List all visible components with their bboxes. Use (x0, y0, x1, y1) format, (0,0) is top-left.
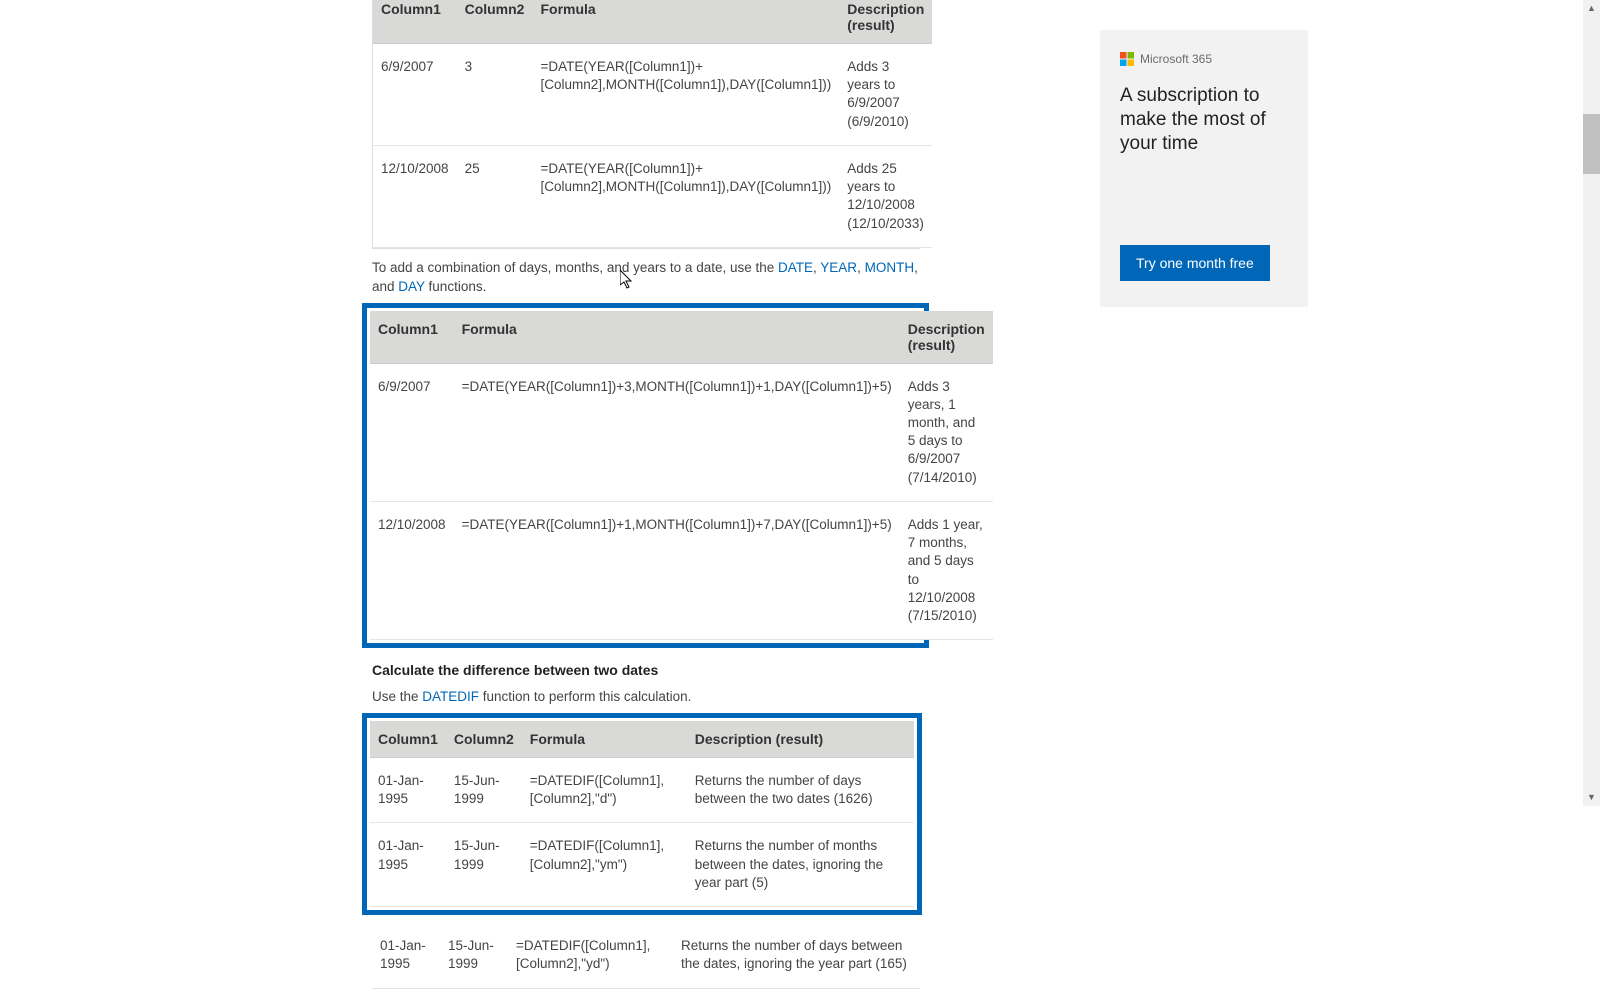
th-description: Description (result) (839, 0, 932, 44)
promo-logo-row: Microsoft 365 (1120, 52, 1288, 66)
cell: Adds 25 years to 12/10/2008 (12/10/2033) (839, 145, 932, 247)
highlight-box-combination: Column1 Formula Description (result) 6/9… (362, 303, 929, 649)
th-formula: Formula (532, 0, 839, 44)
cell: =DATEDIF([Column1], [Column2],"yd") (508, 923, 673, 988)
text: , (857, 260, 865, 275)
link-date[interactable]: DATE (778, 260, 813, 275)
link-datedif[interactable]: DATEDIF (422, 689, 479, 704)
cell: Adds 3 years to 6/9/2007 (6/9/2010) (839, 44, 932, 146)
cell: 12/10/2008 (370, 501, 454, 639)
th-column1: Column1 (370, 721, 446, 758)
th-column1: Column1 (370, 311, 454, 364)
cell: 01-Jan-1995 (370, 758, 446, 823)
text: Use the (372, 689, 422, 704)
table-row: 12/10/2008 25 =DATE(YEAR([Column1])+[Col… (373, 145, 932, 247)
try-free-button[interactable]: Try one month free (1120, 245, 1270, 281)
th-column1: Column1 (373, 0, 457, 44)
text: To add a combination of days, months, an… (372, 260, 778, 275)
th-formula: Formula (454, 311, 900, 364)
th-formula: Formula (522, 721, 687, 758)
cell: =DATE(YEAR([Column1])+[Column2],MONTH([C… (532, 145, 839, 247)
table-add-years: Column1 Column2 Formula Description (res… (372, 0, 920, 249)
th-description: Description (result) (687, 721, 914, 758)
table-row: 12/10/2008 =DATE(YEAR([Column1])+1,MONTH… (370, 501, 993, 639)
cell: 12/10/2008 (373, 145, 457, 247)
intro-datedif-text: Use the DATEDIF function to perform this… (372, 688, 920, 707)
cell: 6/9/2007 (373, 44, 457, 146)
main-content: Column1 Column2 Formula Description (res… (372, 0, 920, 989)
cell: 25 (457, 145, 533, 247)
cell: =DATEDIF([Column1], [Column2],"ym") (522, 823, 687, 907)
cell: Adds 1 year, 7 months, and 5 days to 12/… (900, 501, 993, 639)
scroll-down-button[interactable]: ▼ (1583, 789, 1600, 806)
highlight-box-datedif: Column1 Column2 Formula Description (res… (362, 713, 922, 915)
promo-headline: A subscription to make the most of your … (1120, 84, 1288, 155)
table-row: 6/9/2007 =DATE(YEAR([Column1])+3,MONTH([… (370, 363, 993, 501)
cell: =DATE(YEAR([Column1])+3,MONTH([Column1])… (454, 363, 900, 501)
cell: Returns the number of months between the… (687, 823, 914, 907)
text: function to perform this calculation. (479, 689, 691, 704)
cell: 15-Jun-1999 (446, 758, 522, 823)
cell: 15-Jun-1999 (446, 823, 522, 907)
cell: 6/9/2007 (370, 363, 454, 501)
cell: 15-Jun-1999 (440, 923, 508, 988)
promo-logo-text: Microsoft 365 (1140, 52, 1212, 66)
th-column2: Column2 (457, 0, 533, 44)
table-row: 6/9/2007 3 =DATE(YEAR([Column1])+[Column… (373, 44, 932, 146)
table-row: 01-Jan-1995 15-Jun-1999 =DATEDIF([Column… (370, 823, 914, 907)
cell: Returns the number of days between the t… (687, 758, 914, 823)
link-year[interactable]: YEAR (820, 260, 857, 275)
cell: =DATE(YEAR([Column1])+[Column2],MONTH([C… (532, 44, 839, 146)
link-month[interactable]: MONTH (865, 260, 915, 275)
cell: 01-Jan-1995 (372, 923, 440, 988)
vertical-scrollbar[interactable]: ▲ ▼ (1583, 0, 1600, 806)
table-row: 01-Jan-1995 15-Jun-1999 =DATEDIF([Column… (372, 923, 920, 988)
cell: 01-Jan-1995 (370, 823, 446, 907)
cell: =DATEDIF([Column1], [Column2],"d") (522, 758, 687, 823)
cell: 3 (457, 44, 533, 146)
table-row: 01-Jan-1995 15-Jun-1999 =DATEDIF([Column… (370, 758, 914, 823)
section-title-difference: Calculate the difference between two dat… (372, 662, 920, 678)
scroll-up-button[interactable]: ▲ (1583, 0, 1600, 17)
cell: =DATE(YEAR([Column1])+1,MONTH([Column1])… (454, 501, 900, 639)
text: functions. (425, 279, 487, 294)
th-description: Description (result) (900, 311, 993, 364)
cell: Returns the number of days between the d… (673, 923, 920, 988)
microsoft-logo-icon (1120, 52, 1134, 66)
th-column2: Column2 (446, 721, 522, 758)
cell: Adds 3 years, 1 month, and 5 days to 6/9… (900, 363, 993, 501)
link-day[interactable]: DAY (398, 279, 425, 294)
intro-combination-text: To add a combination of days, months, an… (372, 259, 920, 297)
promo-card: Microsoft 365 A subscription to make the… (1100, 30, 1308, 307)
scroll-thumb[interactable] (1583, 114, 1600, 174)
